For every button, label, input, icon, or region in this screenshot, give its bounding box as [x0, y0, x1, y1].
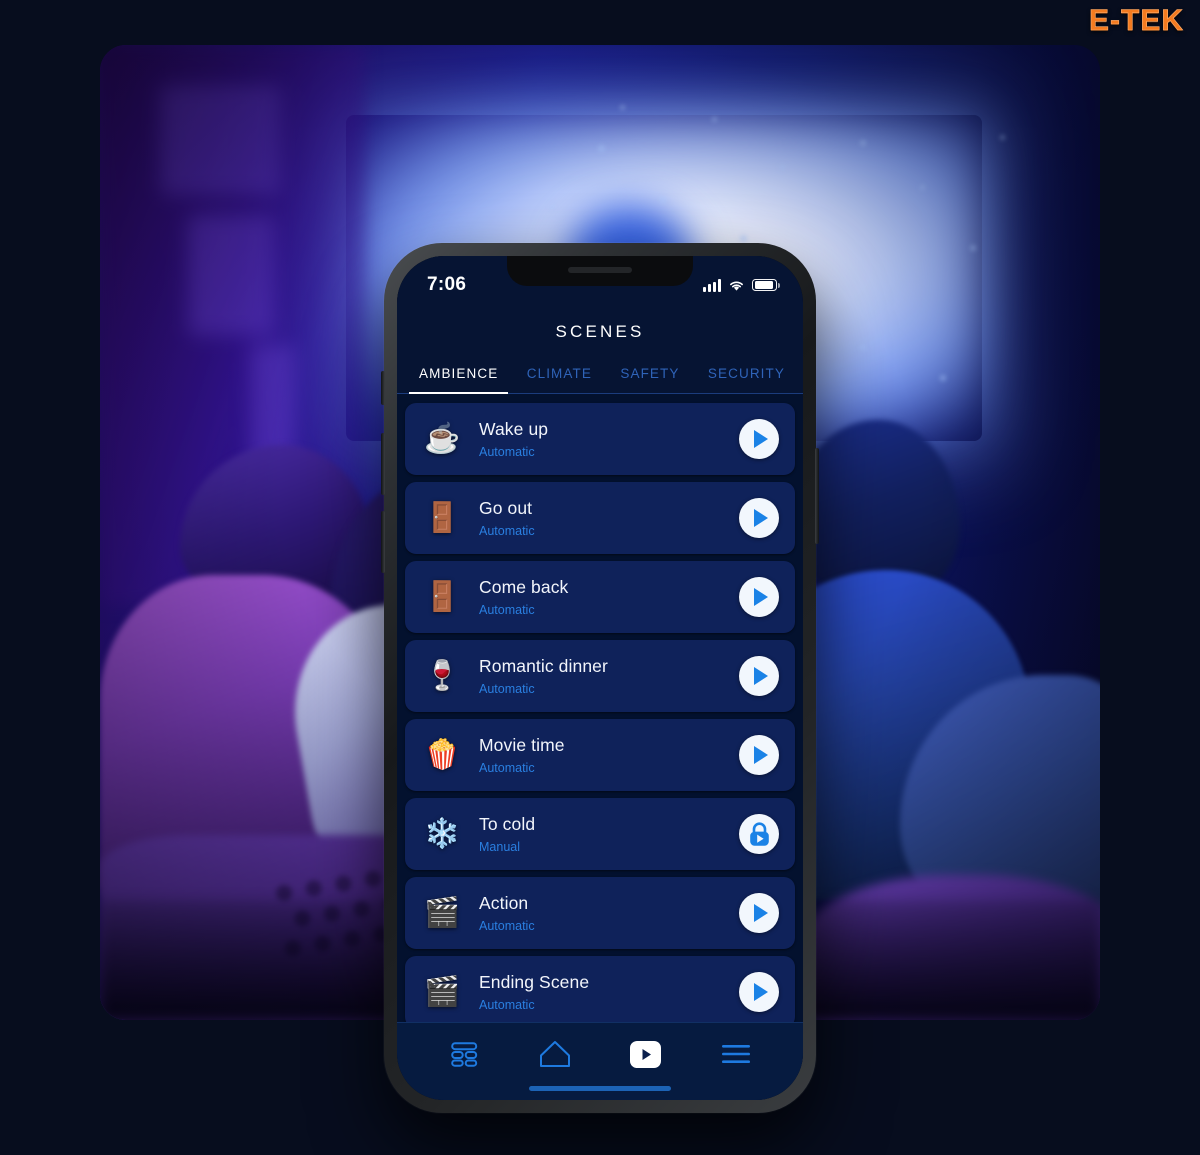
scene-play-button[interactable]: [739, 735, 779, 775]
bottom-navigation: [397, 1022, 803, 1100]
wifi-icon: [730, 281, 743, 291]
cellular-bars-icon: [703, 278, 721, 292]
scene-row[interactable]: ☕ Wake up Automatic: [405, 403, 795, 475]
scene-lock-button[interactable]: [739, 814, 779, 854]
scene-text-block: Come back Automatic: [465, 577, 739, 617]
play-triangle-icon: [754, 588, 768, 606]
scene-text-block: To cold Manual: [465, 814, 739, 854]
page-title: SCENES: [555, 322, 645, 341]
scene-mode: Automatic: [479, 761, 535, 775]
scene-text-block: Movie time Automatic: [465, 735, 739, 775]
tab-ambience[interactable]: AMBIENCE: [408, 366, 509, 394]
play-triangle-icon: [754, 904, 768, 922]
scene-text-block: Ending Scene Automatic: [465, 972, 739, 1012]
scene-title: Come back: [479, 577, 569, 597]
phone-mockup: 7:06 SCENES AMBIENCE CLIMATE SAFETY SECURIT…: [381, 243, 819, 1113]
scene-play-button[interactable]: [739, 893, 779, 933]
dashboard-grid-icon: [450, 1041, 477, 1067]
home-icon: [539, 1041, 570, 1067]
scene-text-block: Action Automatic: [465, 893, 739, 933]
play-triangle-icon: [754, 983, 768, 1001]
scene-title: Wake up: [479, 419, 549, 439]
volume-up-button[interactable]: [381, 433, 385, 495]
scene-play-button[interactable]: [739, 577, 779, 617]
scene-text-block: Wake up Automatic: [465, 419, 739, 459]
play-triangle-icon: [754, 509, 768, 527]
mute-switch[interactable]: [381, 371, 385, 405]
clapperboard-icon: 🎬: [423, 975, 461, 1008]
scene-row[interactable]: 🚪 Come back Automatic: [405, 561, 795, 633]
play-triangle-icon: [754, 667, 768, 685]
scene-play-button[interactable]: [739, 498, 779, 538]
scene-row[interactable]: ❄️ To cold Manual: [405, 798, 795, 870]
tab-climate[interactable]: CLIMATE: [527, 366, 592, 394]
scene-text-block: Go out Automatic: [465, 498, 739, 538]
tab-security[interactable]: SECURITY: [708, 366, 785, 394]
door-enter-icon: 🚪: [423, 580, 461, 613]
tab-safety[interactable]: SAFETY: [620, 366, 679, 394]
scene-mode: Automatic: [479, 682, 535, 696]
lock-play-icon: [749, 822, 769, 846]
scene-title: Ending Scene: [479, 972, 590, 992]
scene-row[interactable]: 🎬 Action Automatic: [405, 877, 795, 949]
scene-title: Go out: [479, 498, 533, 518]
menu-hamburger-icon: [721, 1045, 750, 1063]
coffee-cup-icon: ☕: [423, 422, 461, 455]
scene-mode: Automatic: [479, 603, 535, 617]
page-root: E-TEK 7:06 SCENES AMBIENCE CLIMATE SAFET…: [0, 0, 1200, 1155]
scene-row[interactable]: 🍿 Movie time Automatic: [405, 719, 795, 791]
status-clock: 7:06: [427, 274, 467, 295]
nav-scenes-button[interactable]: [617, 1032, 673, 1076]
scene-title: Romantic dinner: [479, 656, 608, 676]
volume-down-button[interactable]: [381, 511, 385, 573]
scene-row[interactable]: 🍷 Romantic dinner Automatic: [405, 640, 795, 712]
scene-title: Movie time: [479, 735, 565, 755]
app-screen: 7:06 SCENES AMBIENCE CLIMATE SAFETY SECURIT…: [397, 256, 803, 1100]
scene-mode: Automatic: [479, 919, 535, 933]
scene-title: To cold: [479, 814, 536, 834]
snowflake-icon: ❄️: [423, 817, 461, 850]
battery-icon: [752, 278, 780, 292]
scene-mode: Automatic: [479, 445, 535, 459]
scene-title: Action: [479, 893, 529, 913]
phone-screen-area: 7:06 SCENES AMBIENCE CLIMATE SAFETY SECURIT…: [397, 256, 803, 1100]
nav-menu-button[interactable]: [708, 1032, 764, 1076]
scene-play-button[interactable]: [739, 656, 779, 696]
scene-text-block: Romantic dinner Automatic: [465, 656, 739, 696]
scene-play-button[interactable]: [739, 972, 779, 1012]
tab-strip: AMBIENCE CLIMATE SAFETY SECURITY: [397, 342, 803, 394]
play-scenes-icon: [629, 1040, 661, 1068]
scene-mode: Manual: [479, 840, 520, 854]
power-button[interactable]: [815, 448, 819, 544]
play-triangle-icon: [754, 746, 768, 764]
brand-logo: E-TEK: [1089, 4, 1184, 38]
popcorn-3d-glasses-icon: 🍿: [423, 738, 461, 771]
scene-mode: Automatic: [479, 524, 535, 538]
scene-row[interactable]: 🚪 Go out Automatic: [405, 482, 795, 554]
scene-mode: Automatic: [479, 998, 535, 1012]
wine-glasses-icon: 🍷: [423, 659, 461, 692]
play-triangle-icon: [754, 430, 768, 448]
status-indicators: [703, 278, 780, 292]
clapperboard-icon: 🎬: [423, 896, 461, 929]
nav-dashboard-button[interactable]: [436, 1032, 492, 1076]
scenes-list[interactable]: ☕ Wake up Automatic 🚪 Go out Automatic 🚪 Come b…: [397, 394, 803, 1022]
home-indicator[interactable]: [529, 1086, 671, 1091]
door-exit-icon: 🚪: [423, 501, 461, 534]
scene-play-button[interactable]: [739, 419, 779, 459]
earpiece-speaker: [568, 267, 632, 273]
nav-home-button[interactable]: [527, 1032, 583, 1076]
scene-row[interactable]: 🎬 Ending Scene Automatic: [405, 956, 795, 1022]
